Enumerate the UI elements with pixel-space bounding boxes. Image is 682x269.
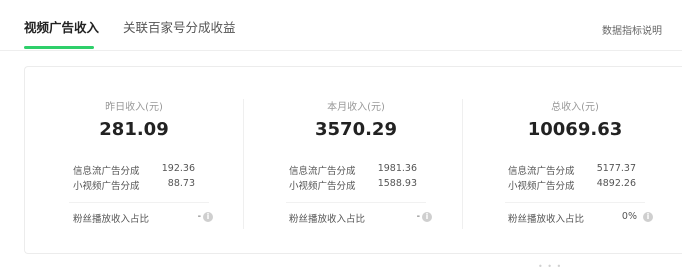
metric-label: 本月收入(元) [327, 102, 385, 113]
metric-label: 昨日收入(元) [105, 102, 163, 113]
row-label: 信息流广告分成 [73, 166, 140, 177]
income-summary-card: 昨日收入(元) 281.09 信息流广告分成 192.36 小视频广告分成 88… [24, 66, 682, 254]
income-column-total: 总收入(元) 10069.63 信息流广告分成 5177.37 小视频广告分成 … [463, 67, 681, 253]
fan-ratio-value: - [197, 211, 201, 222]
metric-value: 3570.29 [315, 119, 397, 140]
row-value: 192.36 [161, 163, 195, 174]
row-label: 信息流广告分成 [508, 166, 575, 177]
divider [286, 202, 426, 203]
tab-baijiahao-revenue[interactable]: 关联百家号分成收益 [123, 20, 236, 36]
metrics-help-link[interactable]: 数据指标说明 [602, 22, 662, 37]
metric-value: 10069.63 [527, 119, 623, 140]
row-label: 小视频广告分成 [508, 181, 575, 192]
income-column-yesterday: 昨日收入(元) 281.09 信息流广告分成 192.36 小视频广告分成 88… [25, 67, 243, 253]
metric-label: 总收入(元) [551, 102, 599, 113]
divider [69, 202, 209, 203]
row-value: 4892.26 [596, 178, 636, 189]
income-column-month: 本月收入(元) 3570.29 信息流广告分成 1981.36 小视频广告分成 … [244, 67, 462, 253]
row-label: 小视频广告分成 [73, 181, 140, 192]
page: 视频广告收入 关联百家号分成收益 数据指标说明 昨日收入(元) 281.09 信… [0, 0, 682, 269]
metric-value: 281.09 [99, 119, 169, 140]
active-tab-indicator [24, 46, 94, 49]
row-label: 小视频广告分成 [289, 181, 356, 192]
tab-bar: 视频广告收入 关联百家号分成收益 数据指标说明 [0, 0, 682, 51]
tab-video-ad-income[interactable]: 视频广告收入 [24, 20, 99, 36]
fan-ratio-label: 粉丝播放收入占比 [289, 214, 366, 225]
row-value: 1588.93 [377, 178, 417, 189]
fan-ratio-value: - [416, 211, 420, 222]
fan-ratio-value: 0% [621, 211, 637, 222]
info-icon[interactable]: i [643, 212, 653, 222]
row-label: 信息流广告分成 [289, 166, 356, 177]
row-value: 1981.36 [377, 163, 417, 174]
info-icon[interactable]: i [422, 212, 432, 222]
row-value: 5177.37 [596, 163, 636, 174]
fan-ratio-label: 粉丝播放收入占比 [73, 214, 150, 225]
divider [505, 202, 645, 203]
scroll-indicator-dots: • • • [538, 262, 563, 269]
info-icon[interactable]: i [203, 212, 213, 222]
fan-ratio-label: 粉丝播放收入占比 [508, 214, 585, 225]
row-value: 88.73 [167, 178, 195, 189]
